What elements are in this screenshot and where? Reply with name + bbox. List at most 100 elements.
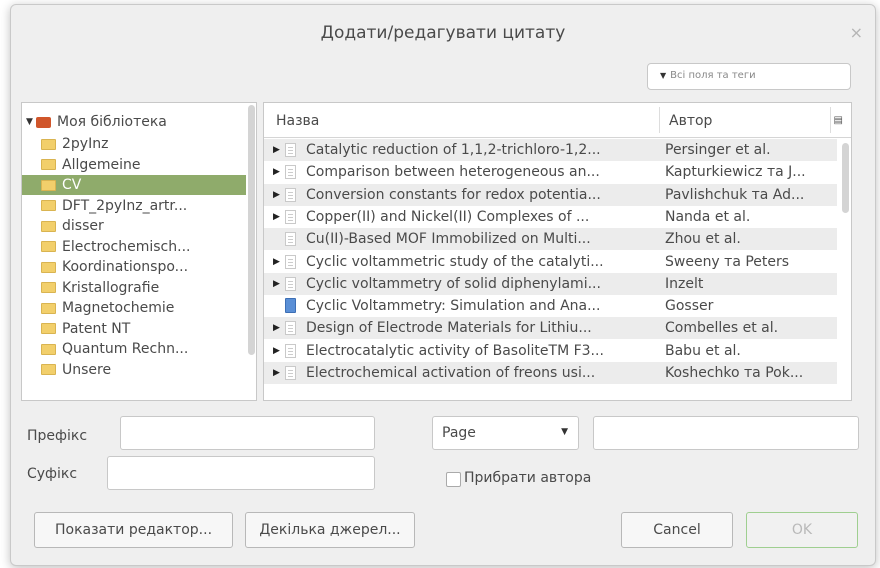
expand-arrow-icon[interactable]: ▶ xyxy=(273,139,280,161)
tree-item[interactable]: Patent NT xyxy=(22,319,246,339)
document-icon xyxy=(285,232,296,247)
tree-scrollbar[interactable] xyxy=(248,105,255,355)
column-header-title[interactable]: Назва xyxy=(276,113,319,129)
folder-icon xyxy=(41,282,56,293)
locator-select-value: Page xyxy=(442,425,476,441)
table-row[interactable]: ▶ Copper(II) and Nickel(II) Complexes of … xyxy=(264,206,837,228)
tree-item-label: Electrochemisch... xyxy=(62,238,191,255)
tree-item[interactable]: Kristallografie xyxy=(22,278,246,298)
library-icon xyxy=(36,116,51,128)
document-icon xyxy=(285,276,296,291)
tree-item[interactable]: Magnetochemie xyxy=(22,298,246,318)
table-row[interactable]: ▶ Conversion constants for redox potentia… xyxy=(264,183,837,206)
column-picker-icon[interactable]: ▤ xyxy=(834,115,843,126)
show-editor-button[interactable]: Показати редактор... xyxy=(34,512,233,548)
folder-icon xyxy=(41,220,56,232)
expand-arrow-icon[interactable]: ▶ xyxy=(273,206,280,228)
document-icon xyxy=(285,343,296,358)
row-title: Cyclic voltammetry of solid diphenylami.… xyxy=(306,275,601,292)
folder-icon xyxy=(41,261,56,273)
multiple-sources-button[interactable]: Декілька джерел... xyxy=(245,512,415,548)
row-author: Persinger et al. xyxy=(665,142,771,158)
row-title: Copper(II) and Nickel(II) Complexes of .… xyxy=(306,208,590,225)
table-header: Назва Автор ▤ xyxy=(264,103,851,138)
row-title: Cu(II)-Based MOF Immobilized on Multi... xyxy=(306,231,591,248)
row-author: Gosser xyxy=(665,298,714,315)
table-row[interactable]: Cyclic Voltammetry: Simulation and Ana..… xyxy=(264,295,837,317)
tree-item[interactable]: 2pyInz xyxy=(22,134,246,154)
locator-select[interactable]: Page ▼ xyxy=(432,416,579,450)
document-icon xyxy=(285,366,296,380)
tree-item[interactable]: Koordinationspo... xyxy=(22,257,246,277)
prefix-input[interactable] xyxy=(120,416,375,450)
search-mode-dropdown[interactable]: ▼ Всі поля та теги xyxy=(647,63,851,90)
suppress-author-checkbox[interactable] xyxy=(446,472,461,487)
items-table[interactable]: Назва Автор ▤ ▶ Catalytic reduction of 1,… xyxy=(263,102,852,401)
row-author: Sweeny та Peters xyxy=(665,253,790,270)
suffix-input[interactable] xyxy=(107,456,375,490)
tree-item-label: DFT_2pyInz_artr... xyxy=(62,197,188,214)
tree-item[interactable]: Electrochemisch... xyxy=(22,237,246,257)
row-title: Cyclic voltammetric study of the catalyt… xyxy=(306,253,604,270)
expand-arrow-icon[interactable]: ▶ xyxy=(273,273,280,295)
document-icon xyxy=(285,321,296,336)
locator-input[interactable] xyxy=(593,416,859,450)
tree-item[interactable]: DFT_2pyInz_artr... xyxy=(22,196,246,216)
document-icon xyxy=(285,187,296,202)
expand-arrow-icon[interactable]: ▶ xyxy=(273,317,280,339)
suffix-label: Суфікс xyxy=(27,466,78,482)
row-author: Combelles et al. xyxy=(665,320,779,337)
table-row[interactable]: ▶ Electrocatalytic activity of BasoliteTM… xyxy=(264,340,837,362)
expand-arrow-icon[interactable]: ▼ xyxy=(26,112,36,132)
table-row[interactable]: Cu(II)-Based MOF Immobilized on Multi...… xyxy=(264,228,837,251)
expand-arrow-icon[interactable]: ▶ xyxy=(273,251,280,273)
folder-icon xyxy=(41,241,56,252)
table-row[interactable]: ▶ Cyclic voltammetric study of the cataly… xyxy=(264,251,837,273)
expand-arrow-icon[interactable]: ▶ xyxy=(273,161,280,183)
folder-icon xyxy=(41,159,56,170)
document-icon xyxy=(285,165,296,180)
folder-icon xyxy=(41,302,56,314)
expand-arrow-icon[interactable]: ▶ xyxy=(273,340,280,362)
cancel-button[interactable]: Cancel xyxy=(621,512,733,548)
table-scrollbar[interactable] xyxy=(842,143,849,213)
table-row[interactable]: ▶ Cyclic voltammetry of solid diphenylami… xyxy=(264,272,837,295)
folder-icon xyxy=(41,138,56,150)
tree-item-label: CV xyxy=(62,177,82,193)
tree-item-label: Quantum Rechn... xyxy=(62,341,189,357)
row-title: Cyclic Voltammetry: Simulation and Ana..… xyxy=(306,298,601,315)
tree-item-label: 2pyInz xyxy=(62,136,109,152)
tree-root-my-library[interactable]: ▼ Моя бібліотека xyxy=(26,112,167,132)
tree-item[interactable]: disser xyxy=(22,216,246,236)
tree-item[interactable]: Allgemeine xyxy=(22,155,246,175)
dialog-title: Додати/редагувати цитату xyxy=(320,23,566,43)
collection-tree[interactable]: ▼ Моя бібліотека 2pyInz Allgemeine CV DFT_2p… xyxy=(21,102,257,401)
table-row[interactable]: ▶ Design of Electrode Materials for Lithi… xyxy=(264,317,837,340)
row-author: Pavlishchuk та Ad... xyxy=(665,186,805,203)
row-title: Catalytic reduction of 1,1,2-trichloro-1… xyxy=(306,142,601,158)
tree-item[interactable]: Unsere xyxy=(22,360,246,380)
book-icon xyxy=(285,298,296,314)
tree-item[interactable]: Quantum Rechn... xyxy=(22,339,246,359)
column-header-author[interactable]: Автор xyxy=(669,113,712,129)
expand-arrow-icon[interactable]: ▶ xyxy=(273,362,280,384)
column-divider[interactable] xyxy=(830,107,831,133)
search-mode-label: Всі поля та теги xyxy=(670,70,756,81)
close-icon[interactable]: × xyxy=(850,23,863,42)
table-row[interactable]: ▶ Electrochemical activation of freons us… xyxy=(264,362,837,384)
column-divider[interactable] xyxy=(659,107,660,133)
tree-item-label: Magnetochemie xyxy=(62,300,175,316)
tree-item-label: Patent NT xyxy=(62,320,131,337)
table-row[interactable]: ▶ Catalytic reduction of 1,1,2-trichloro-… xyxy=(264,139,837,161)
row-author: Inzelt xyxy=(665,275,704,292)
expand-arrow-icon[interactable]: ▶ xyxy=(273,184,280,206)
tree-item[interactable]: CV xyxy=(22,175,246,195)
table-row[interactable]: ▶ Comparison between heterogeneous an... K… xyxy=(264,161,837,183)
document-icon xyxy=(285,209,296,224)
row-author: Nanda et al. xyxy=(665,208,751,225)
row-author: Kapturkiewicz та J... xyxy=(665,164,806,181)
ok-button[interactable]: OK xyxy=(746,512,858,548)
suppress-author-label[interactable]: Прибрати автора xyxy=(464,470,591,486)
row-title: Design of Electrode Materials for Lithiu… xyxy=(306,320,592,337)
folder-icon xyxy=(41,179,56,191)
